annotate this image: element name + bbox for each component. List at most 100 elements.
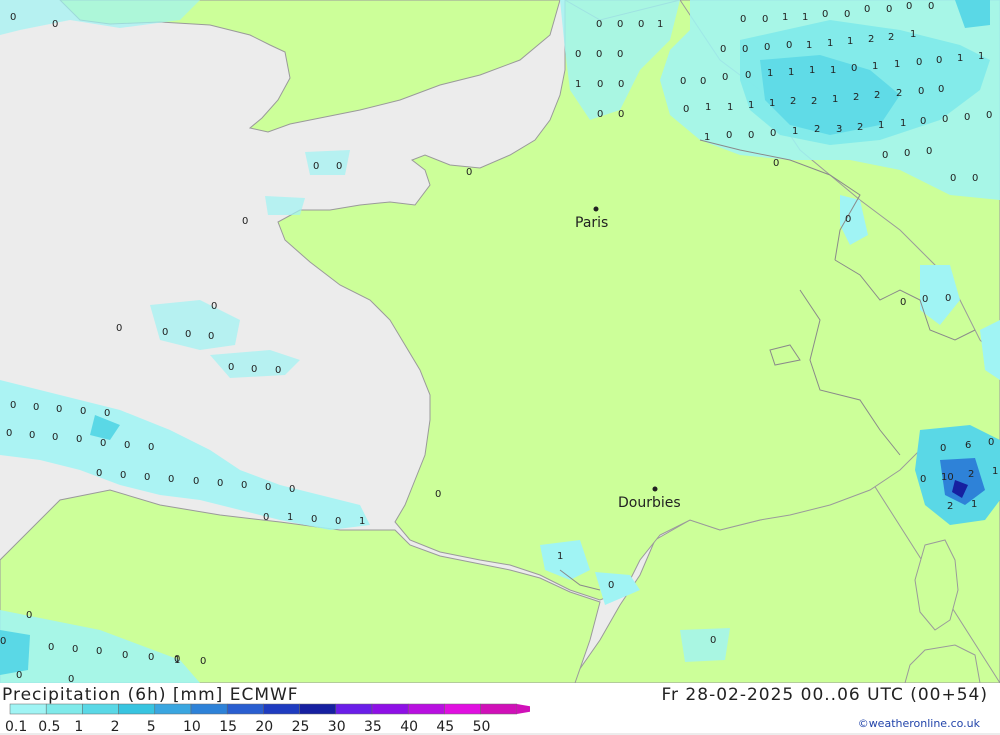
svg-text:1: 1 bbox=[792, 126, 798, 137]
svg-text:1: 1 bbox=[878, 120, 884, 131]
svg-text:0: 0 bbox=[638, 19, 644, 30]
svg-text:0: 0 bbox=[48, 642, 54, 653]
svg-text:0: 0 bbox=[193, 476, 199, 487]
svg-text:0: 0 bbox=[335, 516, 341, 527]
map-title: Precipitation (6h) [mm] ECMWF bbox=[2, 685, 299, 705]
svg-text:0: 0 bbox=[928, 1, 934, 12]
svg-text:0: 0 bbox=[96, 468, 102, 479]
svg-text:0: 0 bbox=[722, 72, 728, 83]
svg-text:0: 0 bbox=[745, 70, 751, 81]
svg-text:0: 0 bbox=[922, 294, 928, 305]
legend-swatch bbox=[118, 703, 156, 715]
legend-swatch bbox=[190, 703, 228, 715]
svg-text:0: 0 bbox=[124, 440, 130, 451]
legend-arrow bbox=[516, 704, 530, 714]
legend-swatch bbox=[407, 703, 445, 715]
svg-text:0: 0 bbox=[26, 610, 32, 621]
svg-text:0: 0 bbox=[100, 438, 106, 449]
svg-text:0: 0 bbox=[96, 646, 102, 657]
svg-text:0: 0 bbox=[700, 76, 706, 87]
svg-text:2: 2 bbox=[968, 469, 974, 480]
svg-text:3: 3 bbox=[836, 124, 842, 135]
legend-swatch bbox=[335, 703, 373, 715]
legend-swatch bbox=[299, 703, 337, 715]
svg-text:1: 1 bbox=[978, 51, 984, 62]
svg-text:0: 0 bbox=[770, 128, 776, 139]
svg-text:0: 0 bbox=[52, 19, 58, 30]
svg-text:0: 0 bbox=[950, 173, 956, 184]
svg-text:0: 0 bbox=[945, 293, 951, 304]
svg-text:0: 0 bbox=[289, 484, 295, 495]
svg-text:0: 0 bbox=[162, 327, 168, 338]
svg-text:0: 0 bbox=[882, 150, 888, 161]
svg-text:0: 0 bbox=[916, 57, 922, 68]
svg-text:1: 1 bbox=[971, 499, 977, 510]
legend-swatch bbox=[226, 703, 264, 715]
svg-text:0: 0 bbox=[617, 49, 623, 60]
svg-text:0: 0 bbox=[596, 19, 602, 30]
svg-text:0: 0 bbox=[597, 109, 603, 120]
valid-time: Fr 28-02-2025 00..06 UTC (00+54) bbox=[661, 685, 988, 705]
svg-text:0: 0 bbox=[68, 674, 74, 683]
svg-text:0: 0 bbox=[575, 49, 581, 60]
legend-swatch bbox=[9, 703, 47, 715]
svg-text:0: 0 bbox=[618, 79, 624, 90]
svg-text:2: 2 bbox=[888, 32, 894, 43]
svg-text:1: 1 bbox=[575, 79, 581, 90]
svg-text:0: 0 bbox=[241, 480, 247, 491]
svg-text:1: 1 bbox=[782, 12, 788, 23]
svg-text:1: 1 bbox=[847, 36, 853, 47]
svg-text:0: 0 bbox=[242, 216, 248, 227]
svg-text:0: 0 bbox=[104, 408, 110, 419]
legend-swatch bbox=[82, 703, 119, 715]
svg-text:1: 1 bbox=[802, 12, 808, 23]
svg-text:10: 10 bbox=[941, 472, 954, 483]
svg-text:1: 1 bbox=[806, 40, 812, 51]
legend-swatch bbox=[154, 703, 192, 715]
svg-text:0: 0 bbox=[926, 146, 932, 157]
svg-text:1: 1 bbox=[359, 516, 365, 527]
legend-swatch bbox=[45, 703, 83, 715]
svg-text:0: 0 bbox=[200, 656, 206, 667]
svg-text:0: 0 bbox=[740, 14, 746, 25]
svg-text:1: 1 bbox=[704, 132, 710, 143]
svg-text:0: 0 bbox=[263, 512, 269, 523]
svg-text:0: 0 bbox=[228, 362, 234, 373]
svg-text:2: 2 bbox=[947, 501, 953, 512]
svg-text:0: 0 bbox=[900, 297, 906, 308]
svg-text:1: 1 bbox=[769, 98, 775, 109]
svg-text:0: 0 bbox=[251, 364, 257, 375]
svg-text:0: 0 bbox=[904, 148, 910, 159]
legend-swatch bbox=[263, 703, 300, 715]
svg-text:0: 0 bbox=[52, 432, 58, 443]
svg-text:0: 0 bbox=[683, 104, 689, 115]
svg-text:0: 0 bbox=[986, 110, 992, 121]
svg-text:6: 6 bbox=[965, 440, 971, 451]
svg-text:0: 0 bbox=[844, 9, 850, 20]
map-footer: Precipitation (6h) [mm] ECMWF Fr 28-02-2… bbox=[0, 683, 1000, 735]
svg-text:1: 1 bbox=[809, 65, 815, 76]
credit-link[interactable]: ©weatheronline.co.uk bbox=[858, 717, 980, 730]
svg-text:1: 1 bbox=[557, 551, 563, 562]
svg-text:0: 0 bbox=[988, 437, 994, 448]
svg-text:0: 0 bbox=[845, 214, 851, 225]
svg-text:0: 0 bbox=[336, 161, 342, 172]
svg-text:0: 0 bbox=[918, 86, 924, 97]
svg-text:1: 1 bbox=[657, 19, 663, 30]
svg-text:0: 0 bbox=[597, 79, 603, 90]
svg-text:0: 0 bbox=[56, 404, 62, 415]
city-label-dourbies: Dourbies bbox=[618, 495, 681, 511]
svg-text:0: 0 bbox=[120, 470, 126, 481]
precip-legend: 0.1 0.5 1 2 5 10 15 20 25 30 35 40 45 50 bbox=[0, 703, 530, 735]
svg-text:0: 0 bbox=[80, 406, 86, 417]
svg-text:0: 0 bbox=[275, 365, 281, 376]
svg-text:0: 0 bbox=[764, 42, 770, 53]
svg-text:1: 1 bbox=[832, 94, 838, 105]
svg-text:0: 0 bbox=[16, 670, 22, 681]
svg-text:0: 0 bbox=[608, 580, 614, 591]
svg-text:0: 0 bbox=[773, 158, 779, 169]
svg-text:0: 0 bbox=[76, 434, 82, 445]
svg-text:0: 0 bbox=[265, 482, 271, 493]
svg-text:0: 0 bbox=[920, 474, 926, 485]
svg-text:0: 0 bbox=[762, 14, 768, 25]
